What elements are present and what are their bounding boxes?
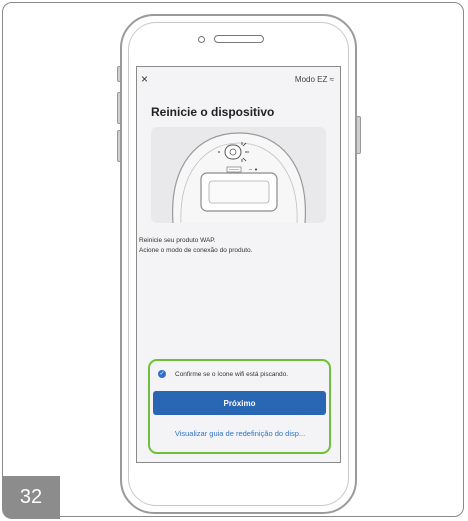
instruction-line: Acione o modo de conexão do produto. xyxy=(139,247,253,254)
earpiece-speaker xyxy=(214,35,264,43)
check-circle-icon[interactable]: ✓ xyxy=(158,370,166,378)
robot-vacuum-illustration xyxy=(151,127,326,224)
instructions-text: Reinicie seu produto WAP. Acione o modo … xyxy=(139,236,252,256)
page-number-badge: 32 xyxy=(2,476,60,519)
screen-title: Reinicie o dispositivo xyxy=(151,105,275,119)
checkbox-label: Confirme se o ícone wifi está piscando. xyxy=(175,370,289,378)
next-button[interactable]: Próximo xyxy=(153,391,326,415)
instruction-line: Reinicie seu produto WAP. xyxy=(139,237,216,244)
robot-vacuum-icon xyxy=(172,132,306,224)
confirm-highlight-box: ✓ Confirme se o ícone wifi está piscando… xyxy=(148,359,331,454)
ez-mode-toggle[interactable]: Modo EZ ≈ xyxy=(295,75,334,84)
close-icon[interactable]: × xyxy=(141,73,148,85)
wifi-confirm-checkbox[interactable]: ✓ Confirme se o ícone wifi está piscando… xyxy=(158,370,288,378)
app-screen: × Modo EZ ≈ Reinicie o dispositivo Reini… xyxy=(136,66,341,463)
reset-guide-link[interactable]: Visualizar guia de redefinição do disp..… xyxy=(154,429,326,438)
front-camera xyxy=(198,36,205,43)
